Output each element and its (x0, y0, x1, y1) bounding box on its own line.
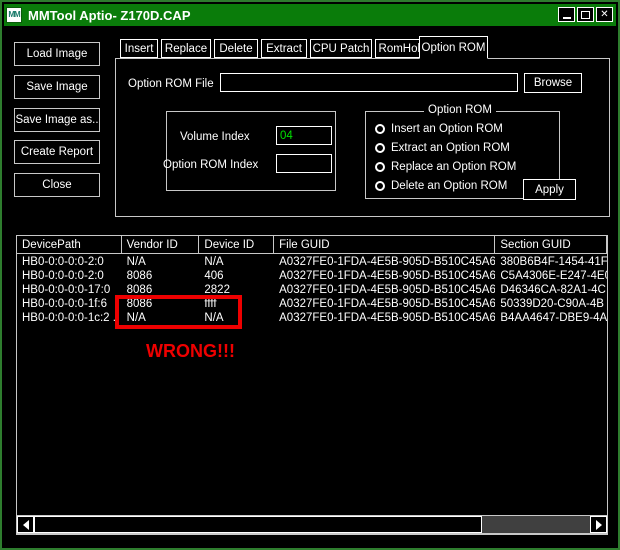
option-rom-group-caption: Option ROM (424, 104, 496, 116)
column-header-section-guid[interactable]: Section GUID (495, 236, 607, 254)
cell-section-guid: C5A4306E-E247-4E0 (500, 270, 607, 282)
save-image-as-button[interactable]: Save Image as.. (14, 108, 100, 132)
cell-device-path: HB0-0:0-0:0-2:0 (22, 270, 104, 282)
radio-extract-label: Extract an Option ROM (391, 142, 510, 154)
column-header-device-id[interactable]: Device ID (199, 236, 275, 254)
cell-device-id: N/A (204, 312, 224, 324)
table-row[interactable]: HB0-0:0-0:0-1f:6 8086 ffff A0327FE0-1FDA… (17, 297, 607, 311)
cell-vendor-id: 8086 (126, 270, 153, 282)
maximize-icon (581, 10, 590, 19)
volume-index-label: Volume Index (180, 131, 250, 143)
application-window: MM MMTool Aptio- Z170D.CAP ✕ Load Image … (0, 0, 620, 550)
cell-device-id: 2822 (204, 284, 230, 296)
cell-vendor-id: 8086 (126, 298, 153, 310)
volume-index-input[interactable]: 04 (276, 126, 332, 145)
cell-section-guid: B4AA4647-DBE9-4A (500, 312, 607, 324)
option-rom-index-label: Option ROM Index (163, 159, 259, 171)
load-image-button[interactable]: Load Image (14, 42, 100, 66)
cell-device-path: HB0-0:0-0:0-1c:2 .. (22, 312, 120, 324)
column-header-vendor-id[interactable]: Vendor ID (121, 236, 200, 254)
radio-circle-icon (375, 124, 385, 134)
table-row[interactable]: HB0-0:0-0:0-17:0 8086 2822 A0327FE0-1FDA… (17, 283, 607, 297)
table-row[interactable]: HB0-0:0-0:0-1c:2 .. N/A N/A A0327FE0-1FD… (17, 311, 607, 325)
cell-file-guid: A0327FE0-1FDA-4E5B-905D-B510C45A61D0 (279, 256, 496, 268)
table-row[interactable]: HB0-0:0-0:0-2:0 N/A N/A A0327FE0-1FDA-4E… (17, 255, 607, 269)
option-rom-index-input[interactable] (276, 154, 332, 173)
tab-cpu-patch[interactable]: CPU Patch (310, 39, 372, 58)
apply-button[interactable]: Apply (523, 179, 576, 200)
cell-device-path: HB0-0:0-0:0-2:0 (22, 256, 104, 268)
window-title: MMTool Aptio- Z170D.CAP (28, 7, 191, 23)
horizontal-scrollbar[interactable] (16, 515, 608, 534)
tab-option-rom[interactable]: Option ROM (419, 36, 488, 59)
table-header-row: DevicePath Vendor ID Device ID File GUID… (17, 236, 607, 254)
browse-button[interactable]: Browse (524, 73, 582, 93)
annotation-wrong-label: WRONG!!! (146, 341, 235, 361)
radio-circle-icon (375, 143, 385, 153)
cell-vendor-id: 8086 (126, 284, 153, 296)
scroll-right-arrow-icon (595, 519, 602, 530)
cell-file-guid: A0327FE0-1FDA-4E5B-905D-B510C45A61D0 (279, 312, 496, 324)
radio-extract-option-rom[interactable]: Extract an Option ROM (375, 142, 510, 154)
maximize-button[interactable] (577, 7, 594, 22)
cell-device-id: N/A (204, 256, 224, 268)
minimize-icon (562, 16, 571, 19)
scrollbar-track[interactable] (34, 516, 590, 533)
radio-circle-icon (375, 181, 385, 191)
cell-vendor-id: N/A (126, 312, 146, 324)
cell-section-guid: D46346CA-82A1-4C (500, 284, 606, 296)
option-rom-file-input[interactable] (220, 73, 518, 92)
cell-file-guid: A0327FE0-1FDA-4E5B-905D-B510C45A61D0 (279, 270, 496, 282)
cell-device-path: HB0-0:0-0:0-17:0 (22, 284, 111, 296)
cell-device-id: 406 (204, 270, 224, 282)
radio-circle-icon (375, 162, 385, 172)
option-rom-file-label: Option ROM File (128, 78, 214, 90)
title-bar: MM MMTool Aptio- Z170D.CAP ✕ (4, 4, 616, 26)
close-app-button[interactable]: Close (14, 173, 100, 197)
cell-section-guid: 380B6B4F-1454-41F (500, 256, 607, 268)
option-rom-panel: Option ROM File Browse Volume Index 04 O… (115, 58, 610, 217)
tab-extract[interactable]: Extract (261, 39, 307, 58)
tab-delete[interactable]: Delete (214, 39, 258, 58)
cell-section-guid: 50339D20-C90A-4B (500, 298, 604, 310)
radio-replace-option-rom[interactable]: Replace an Option ROM (375, 161, 516, 173)
radio-delete-label: Delete an Option ROM (391, 180, 508, 192)
table-body: HB0-0:0-0:0-2:0 N/A N/A A0327FE0-1FDA-4E… (17, 255, 607, 325)
minimize-button[interactable] (558, 7, 575, 22)
mm-logo-icon: MM (6, 7, 22, 23)
scroll-right-button[interactable] (590, 516, 607, 533)
scrollbar-thumb[interactable] (34, 516, 482, 533)
device-list-view[interactable]: DevicePath Vendor ID Device ID File GUID… (16, 235, 608, 535)
cell-device-id: ffff (204, 298, 217, 310)
radio-insert-label: Insert an Option ROM (391, 123, 503, 135)
table-row[interactable]: HB0-0:0-0:0-2:0 8086 406 A0327FE0-1FDA-4… (17, 269, 607, 283)
close-icon: ✕ (600, 8, 609, 20)
column-header-file-guid[interactable]: File GUID (274, 236, 496, 254)
save-image-button[interactable]: Save Image (14, 75, 100, 99)
close-button[interactable]: ✕ (596, 7, 613, 22)
window-controls: ✕ (558, 7, 613, 22)
radio-insert-option-rom[interactable]: Insert an Option ROM (375, 123, 503, 135)
cell-file-guid: A0327FE0-1FDA-4E5B-905D-B510C45A61D0 (279, 284, 496, 296)
scroll-left-button[interactable] (17, 516, 34, 533)
cell-device-path: HB0-0:0-0:0-1f:6 (22, 298, 108, 310)
column-header-device-path[interactable]: DevicePath (17, 236, 122, 254)
create-report-button[interactable]: Create Report (14, 140, 100, 164)
cell-vendor-id: N/A (126, 256, 146, 268)
radio-delete-option-rom[interactable]: Delete an Option ROM (375, 180, 507, 192)
index-group: Volume Index 04 Option ROM Index (163, 111, 336, 191)
scroll-left-arrow-icon (22, 519, 29, 530)
tab-replace[interactable]: Replace (161, 39, 211, 58)
cell-file-guid: A0327FE0-1FDA-4E5B-905D-B510C45A61D0 (279, 298, 496, 310)
tab-insert[interactable]: Insert (120, 39, 158, 58)
radio-replace-label: Replace an Option ROM (391, 161, 517, 173)
